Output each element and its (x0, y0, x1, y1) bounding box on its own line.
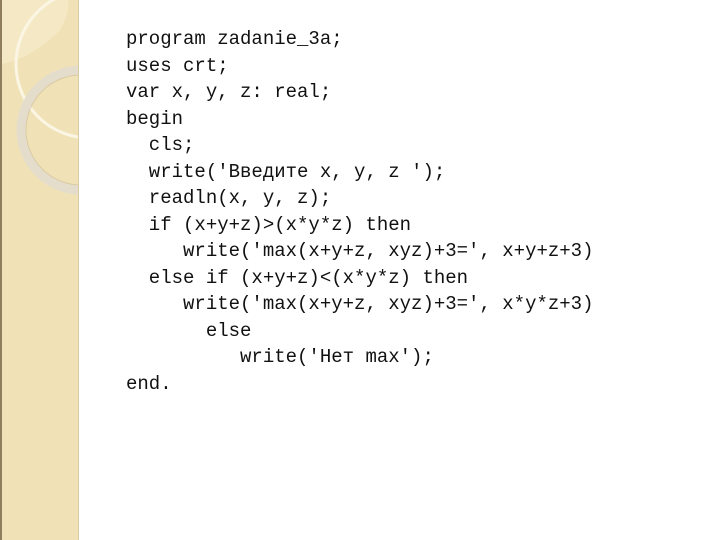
code-line: write('max(x+y+z, xyz)+3=', x*y*z+3) (126, 293, 594, 315)
code-line: write('Нет max'); (126, 346, 434, 368)
decorative-circles (2, 0, 78, 195)
code-line: var x, y, z: real; (126, 81, 332, 103)
code-line: else if (x+y+z)<(x*y*z) then (126, 266, 469, 289)
middle-circle-ring (16, 65, 78, 195)
light-shape (2, 0, 69, 64)
code-line: write('max(x+y+z, xyz)+3=', x+y+z+3) (126, 240, 594, 262)
code-line: cls; (126, 134, 195, 156)
code-line: if (x+y+z)>(x*y*z) then (126, 213, 412, 236)
code-line: uses crt; (126, 54, 229, 77)
code-block: program zadanie_3a;uses crt; var x, y, z:… (126, 26, 593, 397)
code-line: readln(x, y, z); (126, 187, 332, 209)
code-line: program zadanie_3a; (126, 28, 343, 50)
code-line: begin (126, 107, 184, 130)
decorative-sidebar (0, 0, 79, 540)
code-line: end. (126, 372, 172, 395)
code-line: write('Введите x, y, z '); (126, 160, 446, 183)
code-line: else (126, 319, 252, 342)
